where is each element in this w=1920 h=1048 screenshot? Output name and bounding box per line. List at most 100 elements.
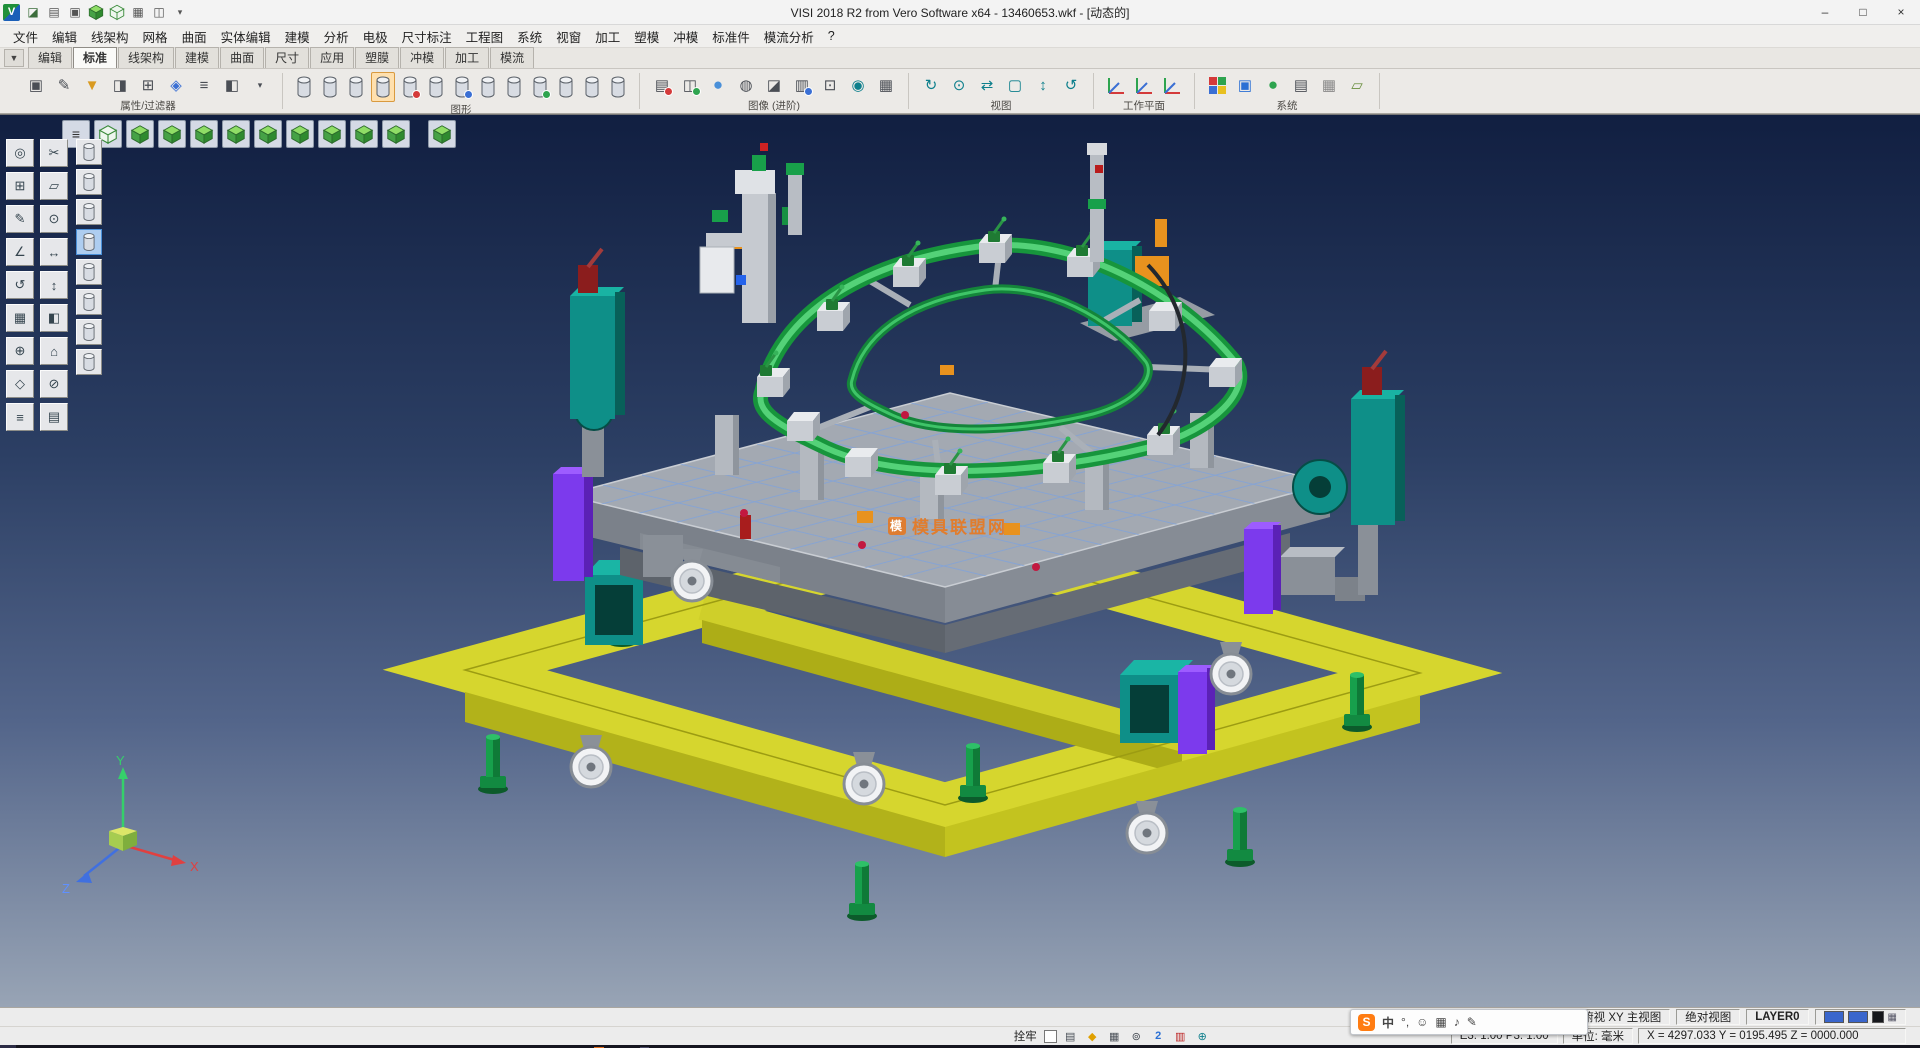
save-file-icon[interactable]: ▣	[66, 3, 84, 21]
view-right-icon[interactable]	[286, 120, 314, 148]
ime-settings-icon[interactable]: ✎	[1467, 1015, 1477, 1029]
background-icon[interactable]: ▥	[790, 72, 814, 98]
menu-item-moldflow[interactable]: 模流分析	[757, 25, 821, 48]
menu-item-file[interactable]: 文件	[6, 25, 45, 48]
plane-tool-6-icon[interactable]	[76, 289, 102, 315]
shadow-icon[interactable]: ◪	[762, 72, 786, 98]
layer-color-swatch[interactable]	[1824, 1011, 1844, 1023]
layers-quick-icon[interactable]: ◫	[150, 3, 168, 21]
workplane-align-icon[interactable]	[1132, 72, 1156, 98]
angle-snap-icon[interactable]: ∠	[6, 238, 34, 266]
add-entity-icon[interactable]: ⊕	[6, 337, 34, 365]
view-iso2-icon[interactable]	[350, 120, 378, 148]
menu-item-standard-parts[interactable]: 标准件	[705, 25, 757, 48]
snap-status-icon[interactable]: ◆	[1084, 1029, 1101, 1044]
ime-emoji-icon[interactable]: ☺	[1416, 1015, 1428, 1029]
list-entities-icon[interactable]: ≡	[6, 403, 34, 431]
tab-machining[interactable]: 加工	[445, 47, 489, 68]
grid-status-icon[interactable]: ▦	[1106, 1029, 1123, 1044]
layer-color-cell[interactable]: ▦	[1815, 1009, 1906, 1025]
silhouette-display-icon[interactable]	[581, 73, 603, 101]
curvature-display-icon[interactable]	[477, 73, 499, 101]
notes-icon[interactable]: ▥	[1172, 1029, 1189, 1044]
plus-tool-icon[interactable]: ⊕	[1194, 1029, 1211, 1044]
zoom-window-icon[interactable]: ▢	[1003, 72, 1027, 98]
vertical-snap-icon[interactable]: ↕	[40, 271, 68, 299]
grid-settings-icon[interactable]: ▦	[1317, 72, 1341, 98]
menu-item-surface[interactable]: 曲面	[175, 25, 214, 48]
menu-item-mold[interactable]: 塑模	[627, 25, 666, 48]
ime-logo[interactable]: S	[1358, 1014, 1375, 1031]
tab-edit[interactable]: 编辑	[28, 47, 72, 68]
hidden-line-display-icon[interactable]	[345, 73, 367, 101]
menu-item-electrode[interactable]: 电极	[356, 25, 395, 48]
render-sphere-icon[interactable]: ●	[1261, 72, 1285, 98]
filter-icon[interactable]: ▼	[80, 72, 104, 98]
home-view-icon[interactable]: ⌂	[40, 337, 68, 365]
tab-surface[interactable]: 曲面	[220, 47, 264, 68]
menu-item-solid-edit[interactable]: 实体编辑	[214, 25, 278, 48]
zoom-in-out-icon[interactable]: ↕	[1031, 72, 1055, 98]
reflection-display-icon[interactable]	[529, 73, 551, 101]
exclude-icon[interactable]: ⊘	[40, 370, 68, 398]
menu-item-die[interactable]: 冲模	[666, 25, 705, 48]
plane-tool-5-icon[interactable]	[76, 259, 102, 285]
wireframe-display-icon[interactable]	[319, 73, 341, 101]
ime-keyboard-icon[interactable]: ▦	[1435, 1015, 1446, 1029]
entity-list-icon[interactable]: ≡	[192, 72, 216, 98]
horizontal-snap-icon[interactable]: ↔	[40, 238, 68, 266]
viewport-3d[interactable]: ≡ ◎ ✂ ⊞ ▱ ✎ ⊙ ∠ ↔ ↺ ↕ ▦ ◧ ⊕	[0, 114, 1920, 1007]
grid-toggle-icon[interactable]: ▦	[129, 3, 147, 21]
view-left-icon[interactable]	[254, 120, 282, 148]
ime-mic-icon[interactable]: ♪	[1454, 1015, 1460, 1029]
env-map-icon[interactable]: ◉	[846, 72, 870, 98]
mode-2d-icon[interactable]: 2	[1150, 1029, 1167, 1044]
tab-film[interactable]: 塑膜	[355, 47, 399, 68]
edges-only-display-icon[interactable]	[555, 73, 577, 101]
ime-lang-toggle[interactable]: 中	[1382, 1014, 1394, 1031]
menu-item-window[interactable]: 视窗	[549, 25, 588, 48]
shaded-edges-display-icon[interactable]	[371, 72, 395, 102]
filter-dropdown-icon[interactable]: ▾	[248, 72, 272, 98]
render-display-icon[interactable]	[607, 73, 629, 101]
calculator-icon[interactable]: ▤	[1289, 72, 1313, 98]
view-back-icon[interactable]	[222, 120, 250, 148]
workplane-reset-icon[interactable]	[1160, 72, 1184, 98]
center-snap-icon[interactable]: ⊙	[40, 205, 68, 233]
rotate-view-icon[interactable]: ↻	[919, 72, 943, 98]
zoom-extent-icon[interactable]: ⊙	[947, 72, 971, 98]
checking-fixture-model[interactable]: Y X Z	[0, 115, 1920, 1007]
snapshot-icon[interactable]: ⊡	[818, 72, 842, 98]
transparent-display-icon[interactable]	[399, 73, 421, 101]
view-cube-icon[interactable]	[87, 3, 105, 21]
zebra-display-icon[interactable]	[503, 73, 525, 101]
half-shade-icon[interactable]: ◧	[40, 304, 68, 332]
mask-icon[interactable]: ◧	[220, 72, 244, 98]
tab-modeling[interactable]: 建模	[175, 47, 219, 68]
open-file-icon[interactable]: ▤	[45, 3, 63, 21]
color-palette-icon[interactable]	[1205, 72, 1229, 98]
shade-mode-icon[interactable]	[108, 3, 126, 21]
view-bottom-icon[interactable]	[158, 120, 186, 148]
diamond-snap-icon[interactable]: ◇	[6, 370, 34, 398]
mesh-display-icon[interactable]: ▦	[6, 304, 34, 332]
active-layer-cell[interactable]: LAYER0	[1746, 1009, 1808, 1025]
layer-filter-icon[interactable]: ⊞	[136, 72, 160, 98]
grid-snap-icon[interactable]: ⊞	[6, 172, 34, 200]
tab-dropdown-icon[interactable]: ▼	[4, 49, 24, 67]
view-front-icon[interactable]	[190, 120, 218, 148]
layer-color-swatch[interactable]	[1872, 1011, 1884, 1023]
previous-view-icon[interactable]: ↺	[1059, 72, 1083, 98]
view-mode-cell[interactable]: 绝对视图	[1676, 1009, 1740, 1025]
attribute-picker-icon[interactable]: ▣	[24, 72, 48, 98]
maximize-button[interactable]: □	[1844, 0, 1882, 24]
box-select-icon[interactable]: ▱	[40, 172, 68, 200]
gear-icon[interactable]: ⊚	[1128, 1029, 1145, 1044]
layer-color-swatch[interactable]	[1848, 1011, 1868, 1023]
tab-standard[interactable]: 标准	[73, 47, 117, 68]
menu-item-help[interactable]: ?	[821, 27, 842, 45]
pan-view-icon[interactable]: ⇄	[975, 72, 999, 98]
tab-apply[interactable]: 应用	[310, 47, 354, 68]
quality-icon[interactable]: ▦	[874, 72, 898, 98]
tab-flow[interactable]: 模流	[490, 47, 534, 68]
